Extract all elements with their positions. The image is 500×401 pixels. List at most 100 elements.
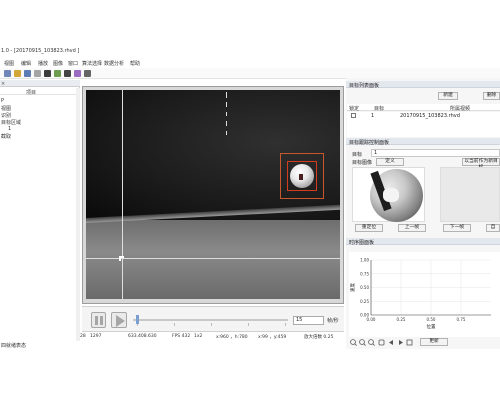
fps-input[interactable]: 15: [293, 316, 324, 325]
tracking-panel-header: 目标跟踪控制面板: [346, 138, 500, 146]
target-image-label: 目标图像: [352, 160, 373, 166]
target-list-columns: 锁定 目标 所属视频: [347, 104, 500, 112]
target-id-field[interactable]: 1: [371, 149, 500, 157]
timeline-track[interactable]: [133, 319, 288, 321]
status-text: 四就绪表态: [1, 343, 27, 349]
menu-play[interactable]: 播放: [38, 60, 48, 67]
playback-position: 633.408.630: [128, 334, 157, 339]
tree-column-header: 项目: [0, 88, 80, 96]
target-list-row[interactable]: 1 20170915_103823.rhvd: [347, 112, 500, 120]
x-axis-label: 位置: [427, 323, 436, 330]
relocate-button[interactable]: 重定位: [355, 224, 383, 232]
x-tick-label: 0.00: [367, 317, 376, 322]
delete-target-button[interactable]: 删除: [483, 92, 500, 100]
open-folder-icon[interactable]: [14, 70, 21, 77]
chart-panel-header: 时序图面板: [346, 238, 500, 246]
video-frame: [82, 86, 344, 304]
right-side-panels: 目标列表面板 新建 删除 锁定 目标 所属视频 1 20170915_10382…: [346, 78, 500, 349]
cursor-y-info: x:99 ，y:459: [258, 335, 287, 340]
tree-column-label: 项目: [26, 90, 37, 96]
back-arrow-icon[interactable]: [388, 339, 395, 346]
fps-info: FPS 432: [172, 334, 191, 339]
auto-track-button[interactable]: 自: [486, 224, 500, 232]
project-panel-header: ×: [0, 80, 80, 87]
zoom-fit-icon[interactable]: [368, 339, 375, 346]
forward-arrow-icon[interactable]: [397, 339, 404, 346]
play-icon: [116, 315, 125, 327]
target-video-cell: 20170915_103823.rhvd: [400, 113, 460, 119]
video-background-floor: [86, 220, 340, 299]
chart-icon[interactable]: [74, 70, 81, 77]
camera-icon[interactable]: [44, 70, 51, 77]
pause-button[interactable]: [91, 312, 106, 328]
tree-item[interactable]: 1: [8, 126, 11, 132]
pause-icon: [95, 316, 98, 325]
settings-icon[interactable]: [84, 70, 91, 77]
new-target-button[interactable]: 新建: [438, 92, 458, 100]
tree-item[interactable]: 识别: [1, 112, 11, 119]
chart-panel-title: 时序图面板: [349, 240, 375, 246]
y-tick-label: 1.00: [360, 258, 369, 263]
target-preview-empty: [440, 167, 500, 222]
video-info-row: 28 1297 633.408.630 FPS 432 1x2 x:960 ，h…: [78, 334, 348, 341]
tracking-panel-title: 目标跟踪控制面板: [349, 140, 390, 146]
video-icon[interactable]: [64, 70, 71, 77]
film-icon[interactable]: [54, 70, 61, 77]
menu-image[interactable]: 图像: [53, 60, 63, 67]
zoom-in-icon[interactable]: [350, 339, 357, 346]
fps-unit-label: 帧/秒: [327, 318, 339, 324]
reset-view-icon[interactable]: [406, 339, 413, 346]
project-panel: × 项目 P 视图 识别 目标区域 1 截取: [0, 80, 80, 342]
video-view[interactable]: [86, 90, 340, 299]
water-drop: [226, 112, 227, 116]
pan-icon[interactable]: [378, 339, 385, 346]
menu-algorithm[interactable]: 算法选择: [82, 60, 102, 67]
lock-checkbox[interactable]: [351, 113, 356, 118]
column-video: 所属视频: [450, 106, 471, 112]
timeseries-chart: 0.00 0.25 0.50 0.75 1.00 0.00 0.25 0.50 0.75 速度 位置: [349, 252, 500, 337]
y-axis-label: 速度: [349, 283, 356, 292]
pause-icon: [100, 316, 103, 325]
set-initial-target-button[interactable]: 以当前作为新目标: [462, 158, 500, 170]
menu-bar: 视图 编辑 播放 图像 窗口 算法选择 数据分析 帮助: [0, 58, 500, 67]
scale-info: 1x2: [194, 334, 203, 339]
tree-item[interactable]: 截取: [1, 133, 11, 140]
print-icon[interactable]: [34, 70, 41, 77]
target-bounding-box[interactable]: [287, 161, 317, 191]
target-id-label: 目标: [352, 152, 363, 158]
menu-view[interactable]: 视图: [4, 60, 14, 67]
zoom-out-icon[interactable]: [359, 339, 366, 346]
tree-item[interactable]: 目标区域: [1, 119, 21, 126]
menu-edit[interactable]: 编辑: [21, 60, 31, 67]
x-tick-label: 0.75: [457, 317, 466, 322]
update-chart-button[interactable]: 更新: [420, 338, 448, 346]
cursor-x-info: x:960 ，h:780: [216, 335, 248, 340]
play-button[interactable]: [111, 312, 127, 328]
new-file-icon[interactable]: [4, 70, 11, 77]
tree-item[interactable]: P: [1, 98, 4, 104]
target-list-title: 目标列表面板: [349, 83, 380, 89]
target-thumbnail-highlight: [383, 188, 399, 202]
tree-item[interactable]: 视图: [1, 105, 11, 112]
vertical-scrollbar[interactable]: [76, 88, 80, 342]
water-drop: [226, 121, 227, 126]
prev-frame-button[interactable]: 上一帧: [398, 224, 426, 232]
crosshair-horizontal: [86, 258, 340, 259]
next-frame-button[interactable]: 下一帧: [443, 224, 471, 232]
frame-total: 1297: [90, 334, 102, 339]
chart-canvas: 0.000.250.500.751.000.00 0.25 0.50 0.75速度位置: [349, 258, 491, 330]
menu-window[interactable]: 窗口: [68, 60, 78, 67]
mouse-cursor-icon: [119, 256, 124, 261]
timeline-handle[interactable]: [136, 315, 140, 324]
menu-data-analysis[interactable]: 数据分析: [104, 60, 124, 67]
menu-help[interactable]: 帮助: [130, 60, 140, 67]
water-drop: [226, 102, 227, 107]
close-icon[interactable]: ×: [1, 81, 78, 87]
target-list-body: [347, 120, 500, 137]
window-title: 1.0 - [20170915_103823.rhvd ]: [1, 48, 80, 54]
y-tick-label: 0.25: [360, 299, 369, 304]
locate-button[interactable]: 定义: [376, 158, 404, 166]
save-icon[interactable]: [24, 70, 31, 77]
target-list-header: 目标列表面板: [346, 81, 500, 89]
x-tick-label: 0.25: [397, 317, 406, 322]
